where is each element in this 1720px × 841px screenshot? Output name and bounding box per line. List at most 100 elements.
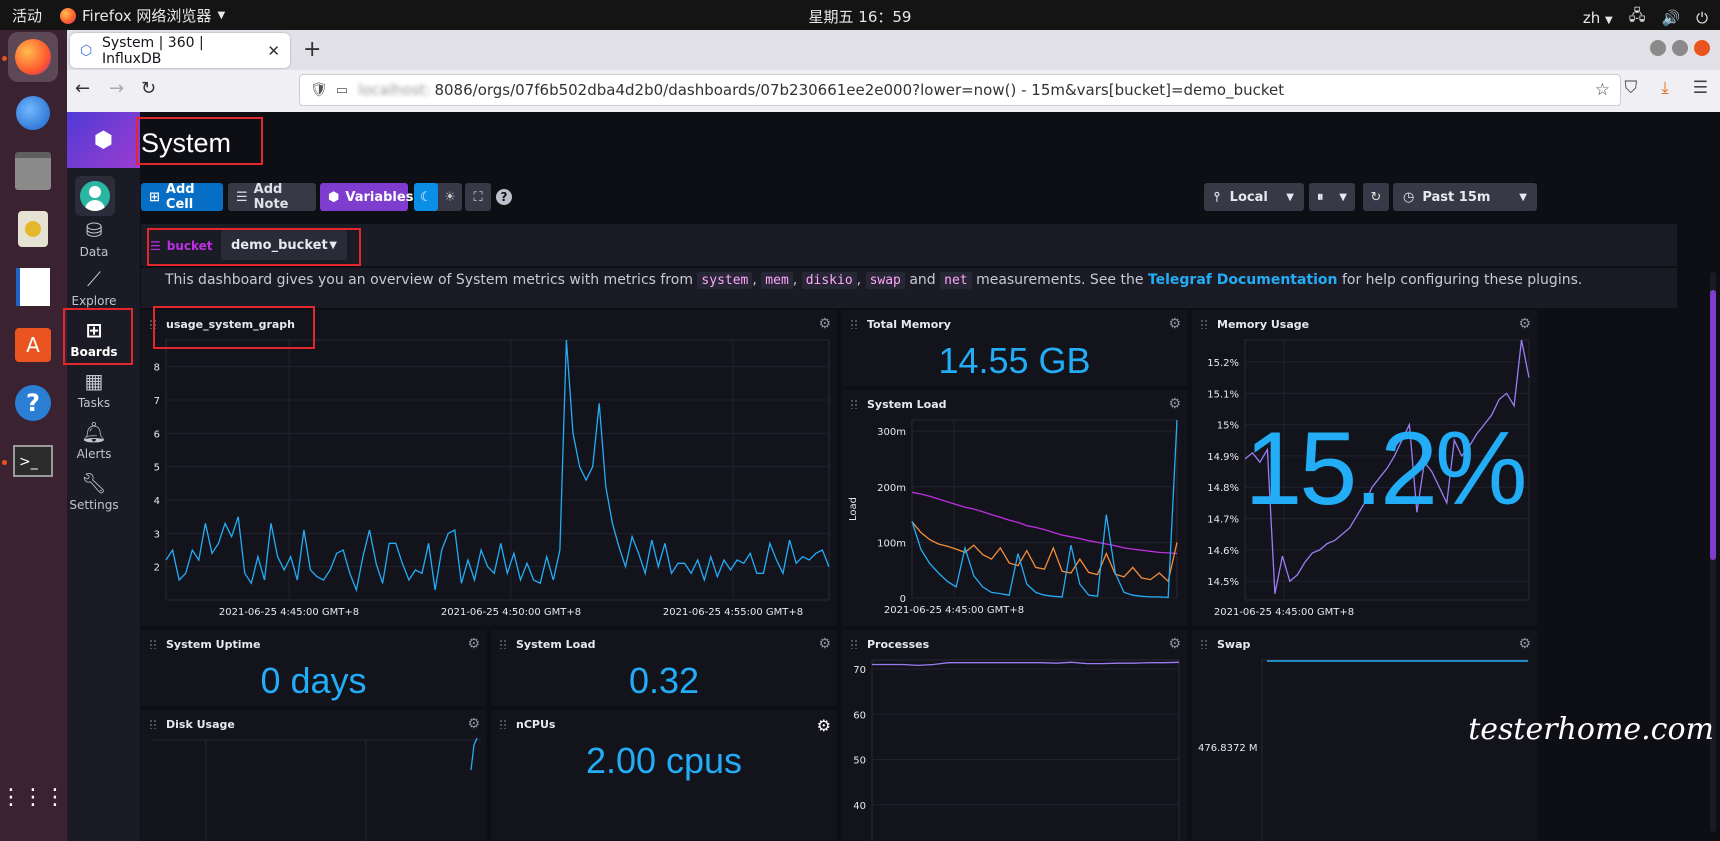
user-avatar[interactable]: [75, 176, 115, 216]
button-label: Variables: [345, 189, 414, 205]
highlight-box: [136, 117, 263, 165]
y-tick-label: 14.6%: [1207, 546, 1239, 557]
scrollbar-track[interactable]: [1710, 272, 1716, 832]
pocket-icon[interactable]: ⛉: [1624, 78, 1637, 98]
close-window-icon[interactable]: [1694, 40, 1710, 56]
sidebar-item-data[interactable]: ⛁ Data: [67, 218, 121, 259]
bookmark-star-icon[interactable]: ☆: [1595, 80, 1610, 100]
measurement-code: system: [697, 272, 753, 289]
disk-usage-chart: [151, 737, 481, 841]
forward-arrow-icon[interactable]: →: [109, 78, 124, 99]
thunderbird-dock-icon[interactable]: [8, 88, 58, 138]
autorefresh-dropdown[interactable]: ⏸ ▼: [1309, 183, 1355, 211]
timezone-dropdown[interactable]: ⫯ Local ▼: [1204, 183, 1304, 211]
memory-usage-cell[interactable]: Memory Usage ⚙ 14.5% 14.6% 14.7% 14.8% 14.9%…: [1192, 310, 1537, 626]
download-icon[interactable]: ⤓: [1661, 78, 1669, 98]
series-line: [165, 339, 830, 593]
system-uptime-cell[interactable]: System Uptime ⚙ 0 days: [141, 630, 486, 706]
disk-usage-cell[interactable]: Disk Usage ⚙: [141, 710, 486, 841]
firefox-dock-icon[interactable]: [8, 32, 58, 82]
url-path: 8086/orgs/07f6b502dba4d2b0/dashboards/07…: [434, 81, 1285, 99]
database-icon: ⛁: [85, 218, 103, 242]
pause-icon: ⏸: [1317, 189, 1324, 205]
cell-title: System Uptime: [166, 638, 261, 651]
moon-icon[interactable]: ☾: [414, 183, 438, 211]
presentation-mode-icon[interactable]: ⛶: [465, 183, 491, 211]
button-label: Add Cell: [165, 182, 195, 212]
series-line: [911, 419, 1178, 599]
network-icon[interactable]: 🖧: [1629, 5, 1646, 30]
refresh-icon[interactable]: ↻: [1363, 183, 1389, 211]
processes-cell[interactable]: Processes ⚙ 3040506070: [842, 630, 1187, 841]
new-tab-icon[interactable]: +: [303, 37, 321, 62]
ncpus-cell[interactable]: nCPUs ⚙ 2.00 cpus: [491, 710, 837, 841]
volume-icon[interactable]: 🔊: [1661, 9, 1680, 27]
measurement-code: swap: [865, 272, 905, 289]
drag-handle-icon[interactable]: [499, 719, 507, 729]
files-dock-icon[interactable]: [8, 146, 58, 196]
sidebar-item-settings[interactable]: 🔧︎ Settings: [67, 471, 121, 512]
x-tick-label: 2021-06-25 4:55:00 GMT+8: [663, 607, 803, 618]
help-dock-icon[interactable]: ?: [8, 378, 58, 428]
language-indicator[interactable]: zh ▼: [1583, 9, 1613, 27]
add-note-button[interactable]: ☰ Add Note: [228, 182, 316, 212]
note-text: This dashboard gives you an overview of …: [165, 272, 1583, 289]
close-tab-icon[interactable]: ✕: [267, 42, 280, 60]
browser-tab[interactable]: ⬡ System | 360 | InfluxDB ✕: [70, 33, 290, 68]
variables-button[interactable]: ⬢ Variables: [320, 183, 413, 211]
software-dock-icon[interactable]: A: [8, 320, 58, 370]
note-prefix: This dashboard gives you an overview of …: [165, 272, 693, 288]
url-host: localhost:: [358, 81, 431, 99]
sidebar-item-alerts[interactable]: 🔔︎ Alerts: [67, 420, 121, 461]
sidebar-item-tasks[interactable]: ▦ Tasks: [67, 369, 121, 410]
gear-icon[interactable]: ⚙: [817, 716, 831, 735]
ubuntu-dock: A ? >_ ⋮⋮⋮: [0, 30, 67, 841]
time-range-dropdown[interactable]: ◷ Past 15m ▼: [1393, 183, 1537, 211]
sidebar-item-explore[interactable]: ⟋ Explore: [67, 267, 121, 308]
y-tick-label: 0: [900, 594, 906, 605]
help-icon[interactable]: ?: [496, 189, 512, 205]
toolbar-right: ⛉ ⤓ ☰: [1624, 78, 1708, 98]
telegraf-docs-link[interactable]: Telegraf Documentation: [1148, 272, 1338, 288]
scrollbar-thumb[interactable]: [1710, 290, 1716, 560]
usage-system-graph-cell[interactable]: usage_system_graph ⚙ 2 3 4 5 6 7 8 2021-06-25 4…: [141, 310, 837, 626]
add-cell-button[interactable]: ⊞ Add Cell: [141, 182, 223, 212]
influxdb-logo-icon[interactable]: ⬢: [67, 112, 140, 168]
gear-icon[interactable]: ⚙: [467, 636, 480, 652]
processes-line-chart: 3040506070: [853, 659, 1180, 841]
total-memory-cell[interactable]: Total Memory ⚙ 14.55 GB: [842, 310, 1187, 386]
show-apps-icon[interactable]: ⋮⋮⋮: [0, 772, 66, 822]
cube-icon: ⬢: [328, 189, 340, 205]
system-load-graph-cell[interactable]: System Load ⚙ 0 100m 200m 300m 2021-06-25 4:…: [842, 390, 1187, 626]
page-info-icon[interactable]: ▭: [336, 83, 348, 98]
drag-handle-icon[interactable]: [850, 319, 858, 329]
terminal-dock-icon[interactable]: >_: [8, 436, 58, 486]
y-tick-label: 40: [853, 801, 866, 812]
note-and: and: [909, 272, 936, 288]
hamburger-menu-icon[interactable]: ☰: [1693, 78, 1708, 98]
gear-icon[interactable]: ⚙: [1168, 316, 1181, 332]
drag-handle-icon[interactable]: [149, 639, 157, 649]
y-tick-label: 14.5%: [1207, 577, 1239, 588]
back-arrow-icon[interactable]: ←: [75, 78, 90, 99]
gear-icon[interactable]: ⚙: [818, 636, 831, 652]
rhythmbox-dock-icon[interactable]: [8, 204, 58, 254]
url-bar[interactable]: 🛡 ▭ localhost: 8086/orgs/07f6b502dba4d2b…: [299, 74, 1621, 106]
power-icon[interactable]: ⏻: [1696, 9, 1708, 27]
x-tick-label: 2021-06-25 4:45:00 GMT+8: [219, 607, 359, 618]
drag-handle-icon[interactable]: [499, 639, 507, 649]
theme-toggle[interactable]: ☾ ☀: [414, 183, 462, 211]
sun-icon[interactable]: ☀: [438, 183, 462, 211]
system-load-stat-cell[interactable]: System Load ⚙ 0.32: [491, 630, 837, 706]
measurement-code: mem: [761, 272, 793, 289]
note-suffix: for help configuring these plugins.: [1341, 272, 1583, 288]
bell-icon: 🔔︎: [81, 420, 107, 444]
watermark: testerhome.com: [1468, 712, 1714, 747]
maximize-icon[interactable]: [1672, 40, 1688, 56]
reload-icon[interactable]: ↻: [141, 78, 156, 99]
clock[interactable]: 星期五 16：59: [0, 6, 1720, 27]
writer-dock-icon[interactable]: [8, 262, 58, 312]
x-tick-label: 2021-06-25 4:45:00 GMT+8: [884, 605, 1024, 616]
shield-icon[interactable]: 🛡: [310, 82, 328, 98]
minimize-icon[interactable]: [1650, 40, 1666, 56]
